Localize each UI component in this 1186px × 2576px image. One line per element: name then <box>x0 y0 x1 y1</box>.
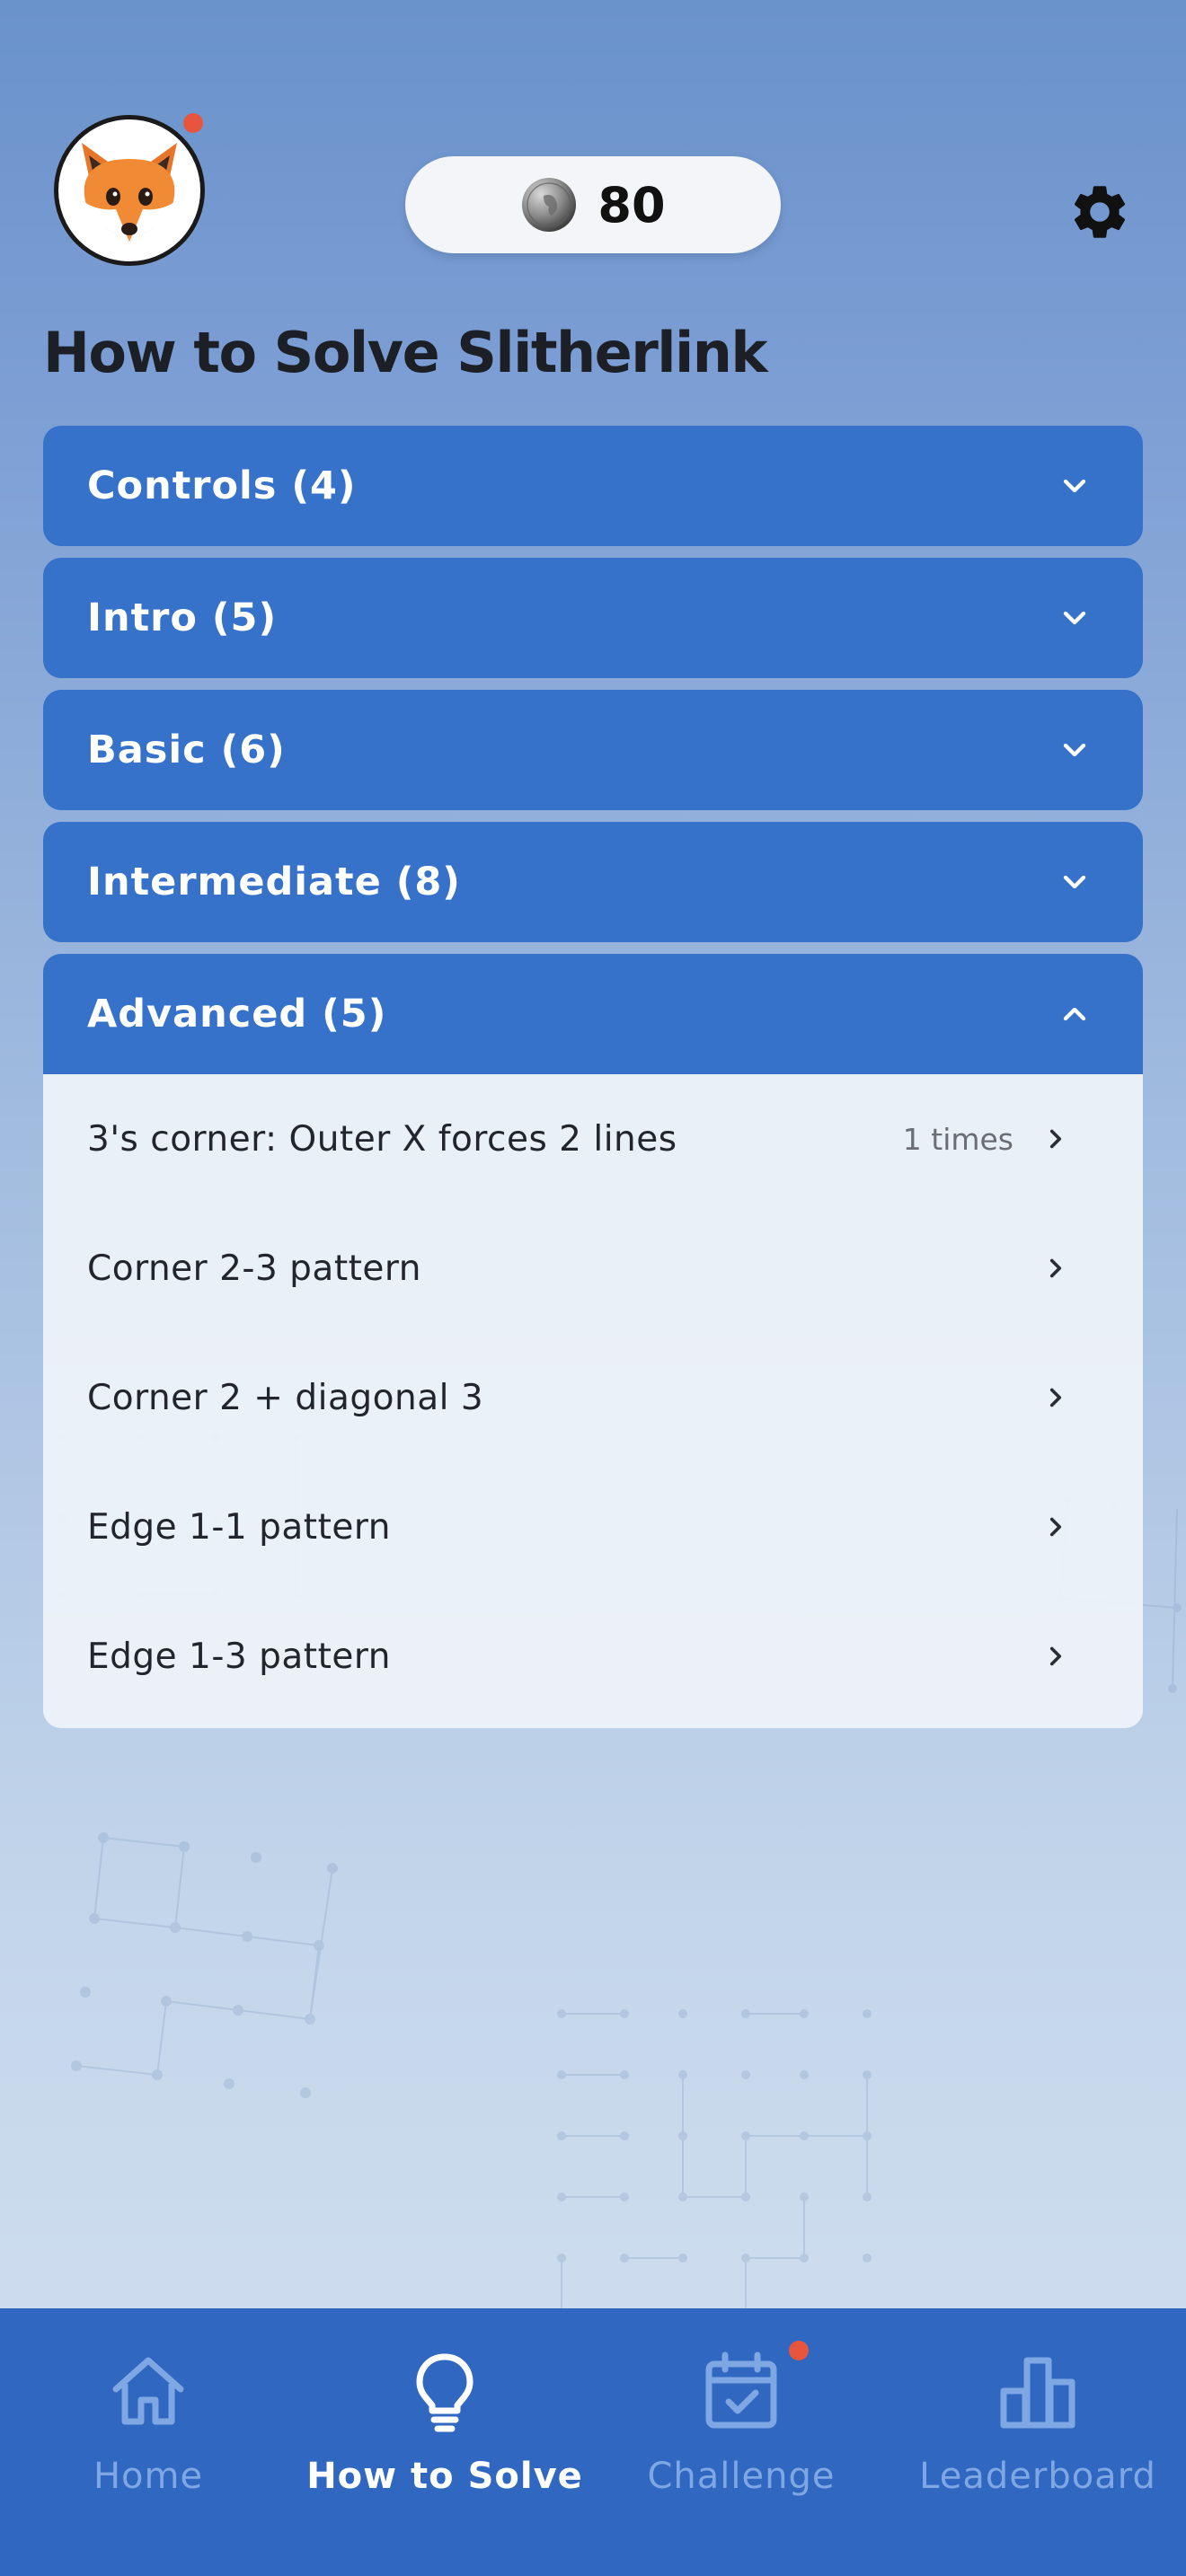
list-item[interactable]: Corner 2-3 pattern <box>43 1204 1143 1333</box>
nav-challenge[interactable]: Challenge <box>593 2308 890 2576</box>
item-label: Corner 2-3 pattern <box>87 1248 421 1289</box>
notification-badge <box>789 2341 809 2360</box>
chevron-right-icon <box>1049 1129 1062 1149</box>
nav-home[interactable]: Home <box>0 2308 296 2576</box>
coin-count: 80 <box>597 176 666 234</box>
chevron-right-icon <box>1049 1517 1062 1537</box>
item-label: 3's corner: Outer X forces 2 lines <box>87 1118 677 1160</box>
coin-icon <box>522 178 577 232</box>
fox-icon <box>82 143 177 242</box>
settings-button[interactable] <box>1064 176 1136 248</box>
section-header-advanced[interactable]: Advanced (5) <box>43 954 1143 1074</box>
chevron-right-icon <box>1049 1258 1062 1278</box>
section-advanced: Advanced (5) 3's corner: Outer X forces … <box>43 954 1143 1728</box>
section-label: Controls (4) <box>87 463 357 508</box>
section-header-intermediate[interactable]: Intermediate (8) <box>43 822 1143 942</box>
list-item[interactable]: Edge 1-3 pattern <box>43 1592 1143 1721</box>
section-label: Basic (6) <box>87 728 286 772</box>
chevron-down-icon <box>1063 479 1086 493</box>
item-label: Edge 1-3 pattern <box>87 1636 391 1677</box>
section-header-controls[interactable]: Controls (4) <box>43 426 1143 546</box>
nav-how-to-solve[interactable]: How to Solve <box>296 2308 593 2576</box>
section-header-intro[interactable]: Intro (5) <box>43 558 1143 678</box>
section-label: Intermediate (8) <box>87 860 461 904</box>
nav-label: Leaderboard <box>919 2456 1156 2497</box>
nav-label: How to Solve <box>306 2456 583 2497</box>
bar-chart-icon <box>1000 2357 1075 2429</box>
notification-badge <box>183 113 203 133</box>
list-item[interactable]: 3's corner: Outer X forces 2 lines 1 tim… <box>43 1074 1143 1204</box>
bottom-navigation: Home How to Solve Challenge Leaderboard <box>0 2308 1186 2576</box>
section-intro: Intro (5) <box>43 558 1143 678</box>
profile-avatar[interactable] <box>54 115 205 266</box>
list-item[interactable]: Edge 1-1 pattern <box>43 1462 1143 1592</box>
chevron-down-icon <box>1063 875 1086 889</box>
section-label: Advanced (5) <box>87 992 387 1037</box>
section-label: Intro (5) <box>87 595 278 640</box>
page-title: How to Solve Slitherlink <box>43 320 768 385</box>
lightbulb-icon <box>416 2353 474 2432</box>
item-label: Corner 2 + diagonal 3 <box>87 1377 484 1418</box>
nav-label: Challenge <box>647 2456 836 2497</box>
gear-icon <box>1074 186 1126 238</box>
home-icon <box>112 2357 184 2425</box>
section-basic: Basic (6) <box>43 690 1143 810</box>
list-item[interactable]: Corner 2 + diagonal 3 <box>43 1333 1143 1462</box>
chevron-down-icon <box>1063 743 1086 757</box>
nav-label: Home <box>93 2456 204 2497</box>
calendar-check-icon <box>705 2351 777 2429</box>
chevron-up-icon <box>1063 1007 1086 1021</box>
tutorial-accordion: Controls (4) Intro (5) Basic (6) Interme… <box>43 426 1143 1740</box>
item-label: Edge 1-1 pattern <box>87 1506 391 1548</box>
nav-leaderboard[interactable]: Leaderboard <box>890 2308 1186 2576</box>
chevron-down-icon <box>1063 611 1086 625</box>
section-intermediate: Intermediate (8) <box>43 822 1143 942</box>
section-header-basic[interactable]: Basic (6) <box>43 690 1143 810</box>
item-count: 1 times <box>902 1121 1013 1157</box>
chevron-right-icon <box>1049 1646 1062 1666</box>
chevron-right-icon <box>1049 1388 1062 1407</box>
advanced-item-list: 3's corner: Outer X forces 2 lines 1 tim… <box>43 1074 1143 1728</box>
section-controls: Controls (4) <box>43 426 1143 546</box>
coin-balance[interactable]: 80 <box>405 156 781 253</box>
